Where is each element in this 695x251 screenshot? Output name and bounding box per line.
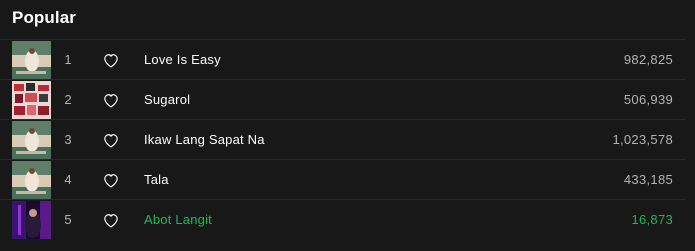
heart-icon[interactable] bbox=[102, 172, 120, 188]
track-title[interactable]: Tala bbox=[144, 160, 169, 200]
track-number: 4 bbox=[64, 172, 72, 187]
play-count: 1,023,578 bbox=[612, 132, 673, 147]
play-count: 506,939 bbox=[623, 92, 673, 107]
heart-icon[interactable] bbox=[102, 132, 120, 148]
play-count: 16,873 bbox=[631, 212, 673, 227]
track-number: 2 bbox=[64, 92, 72, 107]
heart-icon[interactable] bbox=[102, 212, 120, 228]
section-title: Popular bbox=[12, 8, 76, 27]
track-list: 1 Love Is Easy 982,825 2 Sugarol 506,939… bbox=[0, 39, 685, 239]
track-number: 1 bbox=[64, 52, 72, 67]
popular-tracks-panel: Popular 1 Love Is Easy 982,825 2 Sugarol… bbox=[0, 0, 695, 251]
track-row[interactable]: 3 Ikaw Lang Sapat Na 1,023,578 bbox=[0, 119, 685, 159]
album-cover bbox=[12, 161, 51, 199]
track-row[interactable]: 4 Tala 433,185 bbox=[0, 159, 685, 199]
play-count: 433,185 bbox=[623, 172, 673, 187]
track-row[interactable]: 2 Sugarol 506,939 bbox=[0, 79, 685, 119]
play-count: 982,825 bbox=[623, 52, 673, 67]
track-title[interactable]: Love Is Easy bbox=[144, 40, 221, 80]
track-title[interactable]: Ikaw Lang Sapat Na bbox=[144, 120, 265, 160]
album-cover bbox=[12, 41, 51, 79]
album-cover bbox=[12, 81, 51, 119]
album-cover bbox=[12, 201, 51, 239]
heart-icon[interactable] bbox=[102, 92, 120, 108]
track-number: 3 bbox=[64, 132, 72, 147]
track-title[interactable]: Abot Langit bbox=[144, 200, 212, 240]
track-row-active[interactable]: 5 Abot Langit 16,873 bbox=[0, 199, 685, 239]
album-cover bbox=[12, 121, 51, 159]
heart-icon[interactable] bbox=[102, 52, 120, 68]
track-number: 5 bbox=[64, 212, 72, 227]
track-row[interactable]: 1 Love Is Easy 982,825 bbox=[0, 39, 685, 79]
track-title[interactable]: Sugarol bbox=[144, 80, 190, 120]
